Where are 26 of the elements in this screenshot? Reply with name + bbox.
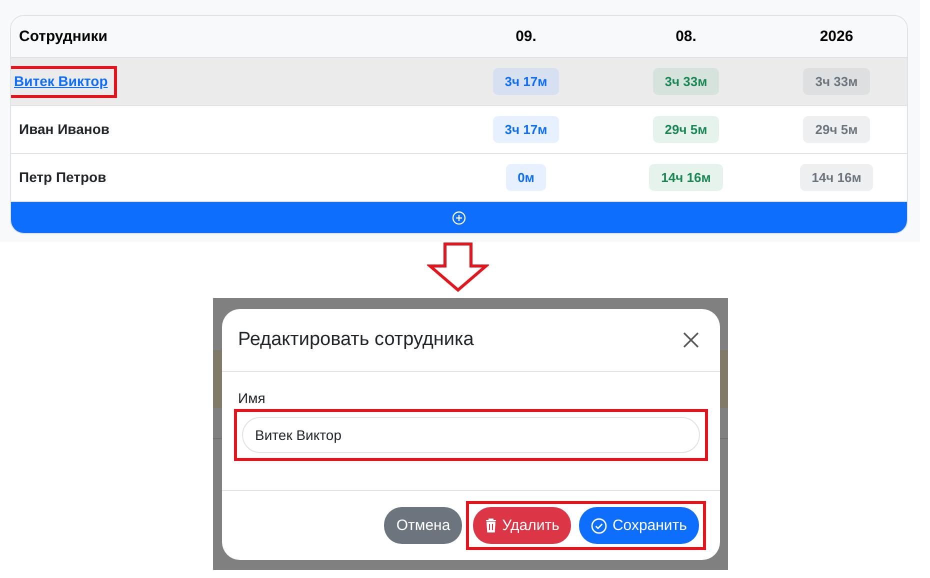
save-button[interactable]: Сохранить bbox=[579, 507, 699, 544]
dialog-title: Редактировать сотрудника bbox=[238, 329, 474, 351]
time-badge: 14ч 16м bbox=[800, 164, 874, 191]
time-badge: 3ч 33м bbox=[652, 68, 720, 95]
time-badge: 29ч 5м bbox=[803, 116, 870, 143]
time-badge: 3ч 17м bbox=[492, 116, 560, 143]
time-badge: 0м bbox=[506, 164, 546, 191]
column-header: 09. bbox=[516, 28, 536, 44]
column-header: Сотрудники bbox=[19, 28, 108, 44]
check-circle-icon bbox=[591, 518, 608, 534]
time-badge: 3ч 17м bbox=[492, 68, 560, 95]
time-badge: 14ч 16м bbox=[649, 164, 723, 191]
time-badge: 3ч 33м bbox=[803, 68, 870, 95]
trash-icon bbox=[485, 518, 498, 533]
name-field[interactable]: Витек Виктор bbox=[242, 417, 700, 453]
plus-circle-icon bbox=[452, 210, 466, 224]
table-row[interactable]: Витек Виктор 3ч 17м 3ч 33м 3ч 33м bbox=[11, 58, 907, 106]
column-header: 08. bbox=[676, 28, 696, 44]
cancel-button[interactable]: Отмена bbox=[384, 507, 462, 544]
column-header: 2026 bbox=[820, 28, 854, 44]
employee-name: Иван Иванов bbox=[19, 120, 110, 136]
delete-button[interactable]: Удалить bbox=[473, 507, 572, 544]
time-badge: 29ч 5м bbox=[652, 116, 720, 143]
field-label: Имя bbox=[237, 390, 266, 406]
close-icon bbox=[682, 331, 700, 349]
employee-name: Петр Петров bbox=[19, 168, 106, 184]
